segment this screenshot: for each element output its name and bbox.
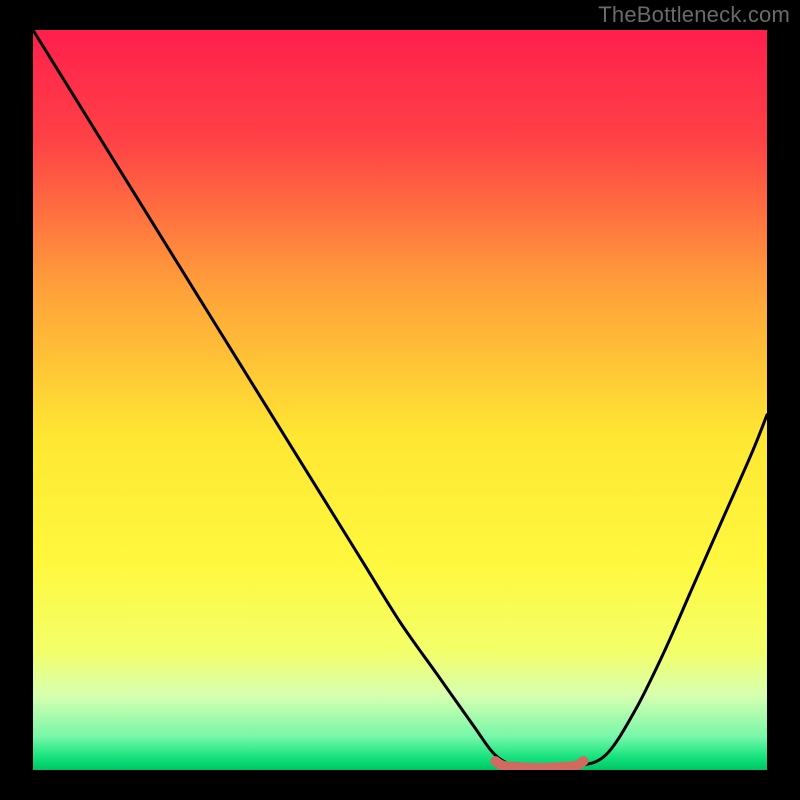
plot-background — [33, 30, 767, 770]
watermark-text: TheBottleneck.com — [598, 2, 790, 28]
chart-stage: TheBottleneck.com — [0, 0, 800, 800]
bottleneck-chart — [0, 0, 800, 800]
